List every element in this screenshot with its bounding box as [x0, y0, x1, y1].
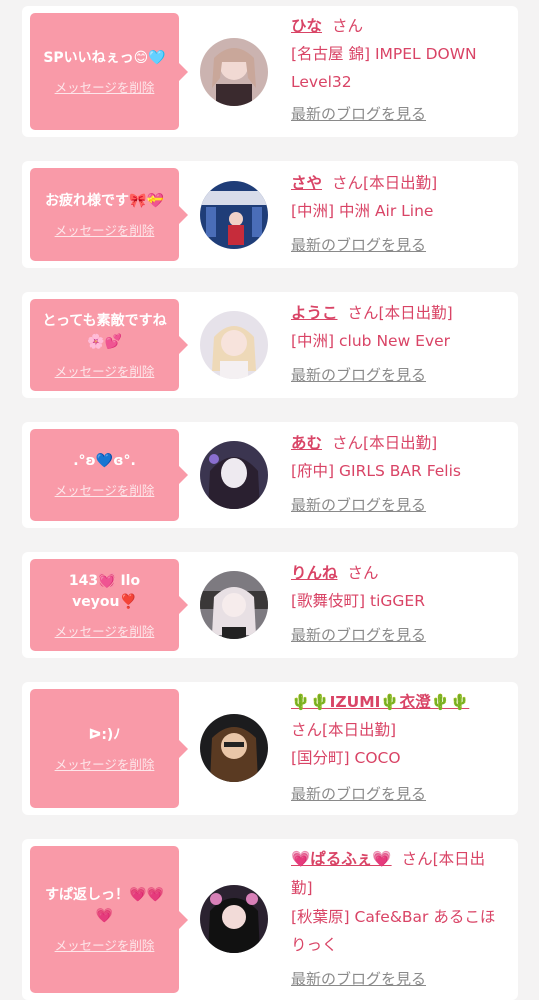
latest-blog-link[interactable]: 最新のブログを見る: [291, 965, 506, 993]
avatar[interactable]: [200, 714, 268, 782]
message-bubble: とっても素敵ですね🌸💕 メッセージを削除: [30, 299, 188, 391]
cast-suffix: さん: [332, 17, 364, 35]
delete-message-link[interactable]: メッセージを削除: [55, 480, 155, 499]
latest-blog-link[interactable]: 最新のブログを見る: [291, 361, 506, 389]
message-card: お疲れ様です🎀💝 メッセージを削除 さや さん[本日出勤] [中洲] 中洲 Air…: [22, 161, 518, 268]
cast-name-link[interactable]: 🌵🌵IZUMI🌵衣澄🌵🌵: [291, 693, 469, 711]
cast-suffix: さん[本日出勤]: [332, 434, 438, 452]
message-text: 143💓 Iloveyou❣️: [68, 572, 141, 610]
latest-blog-link[interactable]: 最新のブログを見る: [291, 100, 506, 128]
latest-blog-link[interactable]: 最新のブログを見る: [291, 780, 506, 808]
avatar[interactable]: [200, 181, 268, 249]
shop-name: [歌舞伎町] tiGGER: [291, 592, 425, 610]
message-text: お疲れ様です🎀💝: [45, 192, 164, 209]
message-bubble: お疲れ様です🎀💝 メッセージを削除: [30, 168, 188, 261]
message-bubble: SPいいねぇっ😊🩵 メッセージを削除: [30, 13, 188, 130]
cast-info: 💗ぱるふぇ💗 さん[本日出勤] [秋葉原] Cafe&Bar あるこほりっく 最新…: [291, 845, 506, 993]
message-text: SPいいねぇっ😊🩵: [43, 49, 166, 66]
delete-message-link[interactable]: メッセージを削除: [55, 361, 155, 380]
latest-blog-link[interactable]: 最新のブログを見る: [291, 621, 506, 649]
cast-name-link[interactable]: ひな: [291, 17, 322, 35]
shop-name: [中洲] 中洲 Air Line: [291, 202, 434, 220]
message-card: ᐅ:)ﾉ メッセージを削除 🌵🌵IZUMI🌵衣澄🌵🌵 さん[本日出勤] [国分町…: [22, 682, 518, 815]
cast-name-link[interactable]: さや: [291, 174, 322, 192]
shop-name: [国分町] COCO: [291, 749, 401, 767]
message-text: とっても素敵ですね🌸💕: [42, 312, 167, 350]
delete-message-link[interactable]: メッセージを削除: [55, 621, 155, 640]
delete-message-link[interactable]: メッセージを削除: [55, 220, 155, 239]
shop-name: [府中] GIRLS BAR Felis: [291, 462, 462, 480]
message-bubble: .°ʚ💙ɞ°. メッセージを削除: [30, 429, 188, 521]
shop-name: [中洲] club New Ever: [291, 332, 451, 350]
latest-blog-link[interactable]: 最新のブログを見る: [291, 491, 506, 519]
cast-info: ようこ さん[本日出勤] [中洲] club New Ever 最新のブログを見る: [291, 299, 506, 389]
message-text: ᐅ:)ﾉ: [88, 726, 121, 743]
message-text: すぱ返しっ！💗💗💗: [45, 887, 164, 924]
avatar[interactable]: [200, 38, 268, 106]
avatar[interactable]: [200, 885, 268, 953]
cast-suffix: さん[本日出勤]: [332, 174, 438, 192]
message-card: SPいいねぇっ😊🩵 メッセージを削除 ひな さん [名古屋 錦] IMPEL DO…: [22, 6, 518, 137]
message-bubble: 143💓 Iloveyou❣️ メッセージを削除: [30, 559, 188, 651]
avatar[interactable]: [200, 441, 268, 509]
cast-name-link[interactable]: りんね: [291, 564, 338, 582]
cast-suffix: さん: [347, 564, 379, 582]
latest-blog-link[interactable]: 最新のブログを見る: [291, 231, 506, 259]
message-bubble: ᐅ:)ﾉ メッセージを削除: [30, 689, 188, 808]
avatar[interactable]: [200, 571, 268, 639]
cast-name-link[interactable]: あむ: [291, 434, 322, 452]
message-card: とっても素敵ですね🌸💕 メッセージを削除 ようこ さん[本日出勤] [中洲] cl…: [22, 292, 518, 398]
message-text: .°ʚ💙ɞ°.: [73, 453, 136, 469]
cast-name-link[interactable]: ようこ: [291, 304, 338, 322]
message-card: 143💓 Iloveyou❣️ メッセージを削除 りんね さん [歌舞伎町] ti…: [22, 552, 518, 658]
delete-message-link[interactable]: メッセージを削除: [55, 77, 155, 96]
cast-info: りんね さん [歌舞伎町] tiGGER 最新のブログを見る: [291, 559, 506, 649]
cast-info: あむ さん[本日出勤] [府中] GIRLS BAR Felis 最新のブログを見…: [291, 429, 506, 519]
message-card: .°ʚ💙ɞ°. メッセージを削除 あむ さん[本日出勤] [府中] GIRLS B…: [22, 422, 518, 528]
cast-suffix: さん[本日出勤]: [291, 721, 397, 739]
cast-info: さや さん[本日出勤] [中洲] 中洲 Air Line 最新のブログを見る: [291, 169, 506, 259]
cast-suffix: さん[本日出勤]: [347, 304, 453, 322]
message-bubble: すぱ返しっ！💗💗💗 メッセージを削除: [30, 846, 188, 993]
delete-message-link[interactable]: メッセージを削除: [55, 754, 155, 773]
shop-name: [名古屋 錦] IMPEL DOWN Level32: [291, 45, 477, 91]
cast-info: 🌵🌵IZUMI🌵衣澄🌵🌵 さん[本日出勤] [国分町] COCO 最新のブログを…: [291, 688, 506, 808]
cast-name-link[interactable]: 💗ぱるふぇ💗: [291, 850, 392, 868]
avatar[interactable]: [200, 311, 268, 379]
delete-message-link[interactable]: メッセージを削除: [55, 935, 155, 954]
shop-name: [秋葉原] Cafe&Bar あるこほりっく: [291, 908, 496, 954]
message-card: すぱ返しっ！💗💗💗 メッセージを削除 💗ぱるふぇ💗 さん[本日出勤] [秋葉原] …: [22, 839, 518, 1000]
cast-info: ひな さん [名古屋 錦] IMPEL DOWN Level32 最新のブログを見…: [291, 12, 506, 128]
